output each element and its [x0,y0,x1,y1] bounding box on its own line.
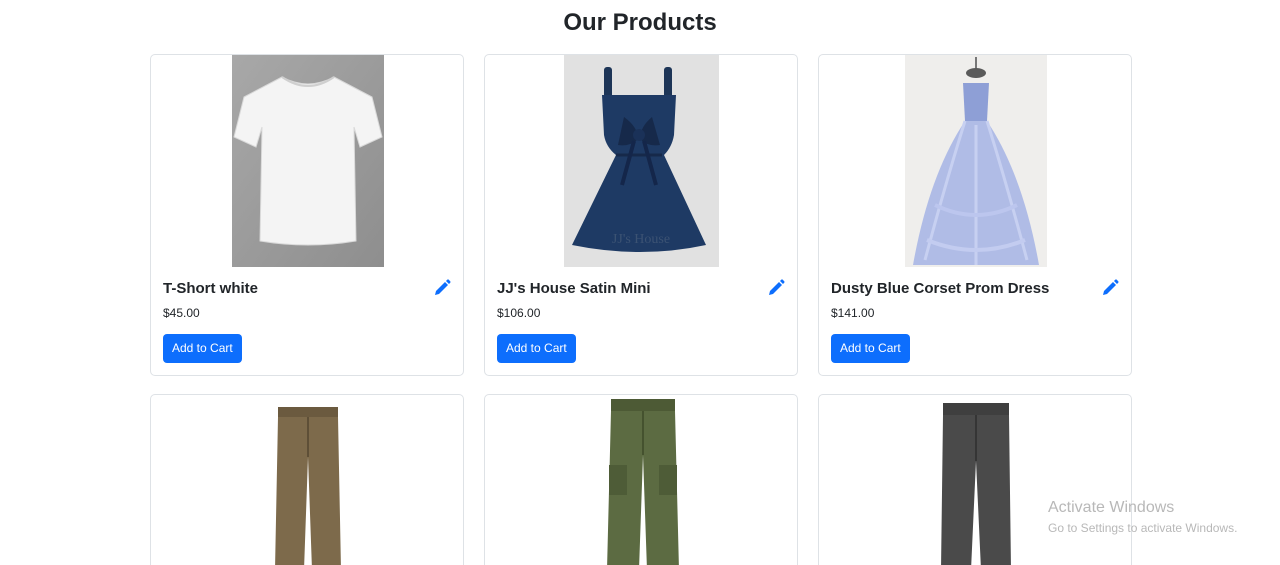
product-image-blue-prom-dress[interactable] [905,55,1047,267]
product-card [818,394,1132,565]
product-price: $106.00 [497,306,541,320]
product-price: $141.00 [831,306,875,320]
product-card: T-Short white $45.00 Add to Cart [150,54,464,376]
product-name: T-Short white [163,280,258,297]
product-image-white-tshirt[interactable] [232,55,384,267]
product-image-navy-satin-dress[interactable]: JJ's House [564,55,719,267]
edit-pencil-icon[interactable] [433,279,451,297]
add-to-cart-button[interactable]: Add to Cart [163,334,242,363]
product-card: Dusty Blue Corset Prom Dress $141.00 Add… [818,54,1132,376]
edit-pencil-icon[interactable] [767,279,785,297]
product-image-grey-trousers[interactable] [901,395,1051,565]
page: Our Products T-Short white $45.00 Add to… [0,0,1280,565]
product-image-text: JJ's House [612,232,670,247]
product-card: JJ's House JJ's House Satin Mini $106.00… [484,54,798,376]
add-to-cart-button[interactable]: Add to Cart [831,334,910,363]
product-card [150,394,464,565]
product-price: $45.00 [163,306,200,320]
product-image-olive-cargo-pants[interactable] [567,395,717,565]
product-card [484,394,798,565]
edit-pencil-icon[interactable] [1101,279,1119,297]
product-image-brown-trousers[interactable] [233,395,383,565]
page-title: Our Products [563,9,717,36]
product-name: JJ's House Satin Mini [497,280,651,297]
product-name: Dusty Blue Corset Prom Dress [831,280,1050,297]
add-to-cart-button[interactable]: Add to Cart [497,334,576,363]
